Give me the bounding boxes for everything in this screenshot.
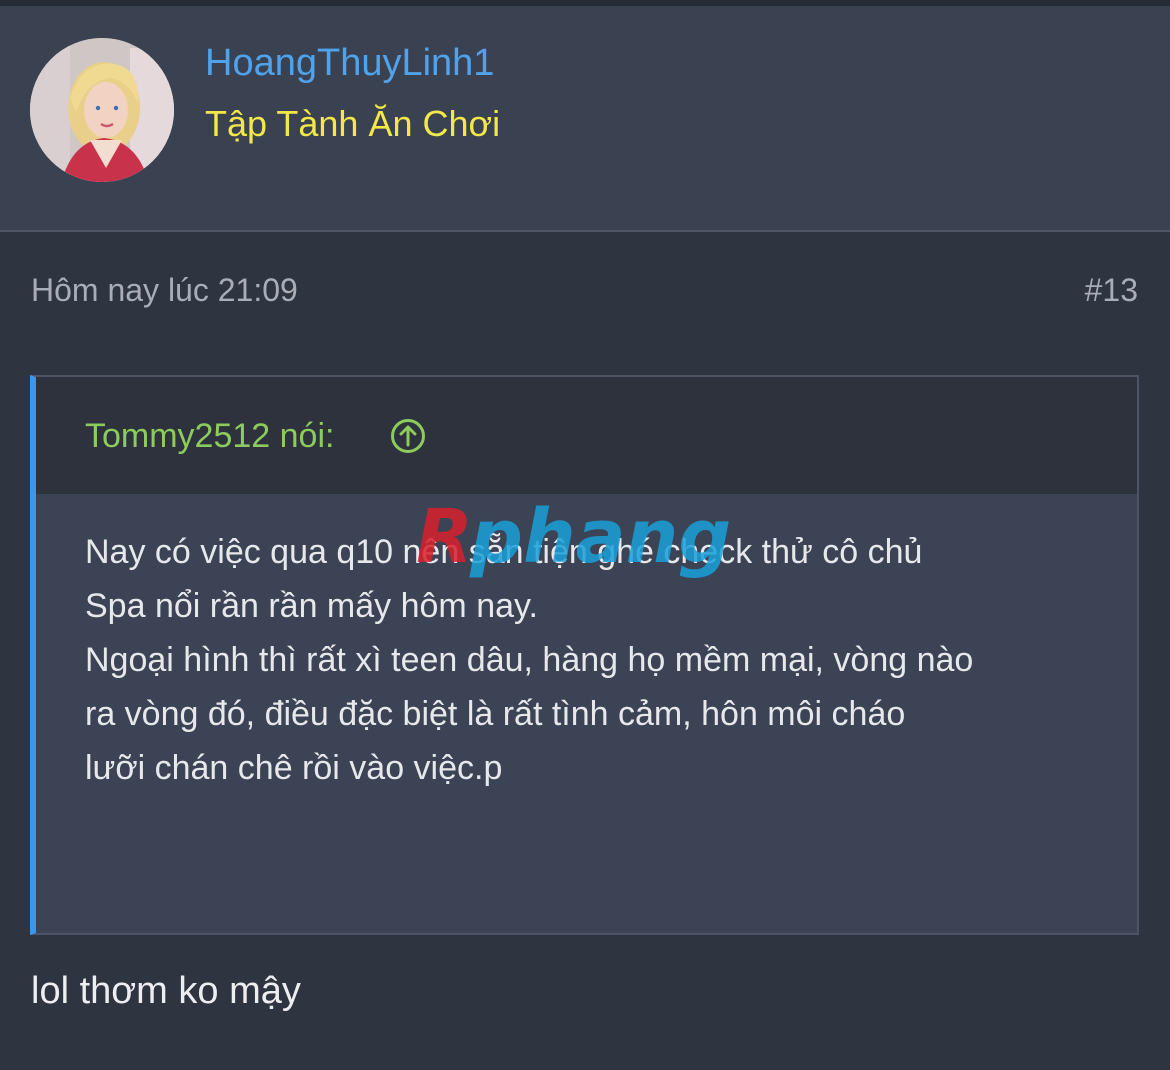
quote-block: Tommy2512 nói: Nay có việc qua q10 nên s… — [30, 375, 1139, 935]
post-timestamp[interactable]: Hôm nay lúc 21:09 — [31, 272, 298, 309]
quote-line: Ngoại hình thì rất xì teen dâu, hàng họ … — [85, 641, 974, 679]
post-meta: Hôm nay lúc 21:09 #13 — [0, 234, 1170, 344]
user-avatar[interactable] — [30, 38, 174, 182]
post-number-link[interactable]: #13 — [1085, 272, 1138, 309]
quote-line: Spa nổi rần rần mấy hôm nay. — [85, 587, 538, 625]
quote-body: Nay có việc qua q10 nên sẵn tiện ghé che… — [85, 525, 1105, 795]
thread-page: HoangThuyLinh1 Tập Tành Ăn Chơi Hôm nay … — [0, 0, 1170, 1070]
user-title: Tập Tành Ăn Chơi — [205, 103, 501, 144]
avatar-image — [30, 38, 174, 182]
quote-line: lưỡi chán chê rồi vào việc.p — [85, 749, 503, 787]
post-author-header: HoangThuyLinh1 Tập Tành Ăn Chơi — [0, 6, 1170, 232]
quote-header: Tommy2512 nói: — [36, 377, 1137, 494]
quote-author[interactable]: Tommy2512 nói: — [85, 417, 334, 456]
username-link[interactable]: HoangThuyLinh1 — [205, 44, 494, 82]
arrow-up-circle-icon[interactable] — [390, 418, 426, 454]
quote-line: Nay có việc qua q10 nên sẵn tiện ghé che… — [85, 533, 923, 571]
quote-line: ra vòng đó, điều đặc biệt là rất tình cả… — [85, 695, 906, 733]
reply-text: lol thơm ko mậy — [31, 970, 301, 1012]
